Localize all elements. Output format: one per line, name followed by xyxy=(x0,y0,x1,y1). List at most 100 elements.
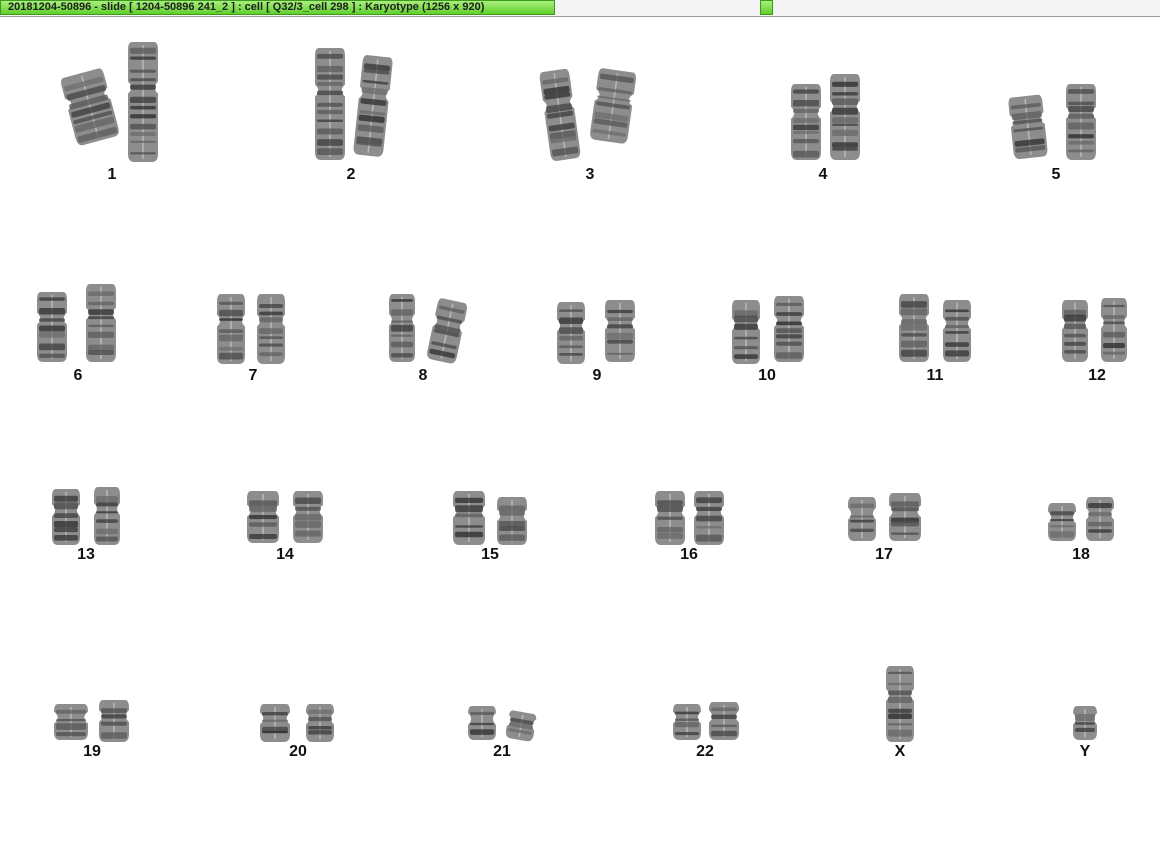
chromosome-band xyxy=(1064,341,1086,346)
chromosome-band xyxy=(559,317,583,325)
chromosome-pair-1[interactable]: 1 xyxy=(57,36,167,186)
chromatid xyxy=(1048,503,1076,541)
chromosome-band xyxy=(793,89,819,94)
chromosome-pair-18[interactable]: 18 xyxy=(1026,417,1136,567)
chromosome-band xyxy=(130,84,156,90)
chromosome-band xyxy=(675,722,699,728)
chromosome-band xyxy=(130,132,156,137)
chromosome-label: 7 xyxy=(248,367,258,384)
chromosome-band xyxy=(1068,105,1094,112)
chromosome-pair-2[interactable]: 2 xyxy=(296,36,406,186)
chromosome-band xyxy=(130,105,156,110)
chromosome-band xyxy=(1088,529,1112,533)
chromosome-band xyxy=(888,696,912,704)
chromosome-pair-16[interactable]: 16 xyxy=(634,417,744,567)
chromosome-band xyxy=(54,521,78,528)
chromosome-band xyxy=(249,514,277,520)
chromosome-image xyxy=(260,704,334,742)
chromatid xyxy=(889,493,921,541)
chromatid xyxy=(655,491,685,545)
chromosome-band xyxy=(1103,304,1125,308)
chromosome-pair-10[interactable]: 10 xyxy=(712,238,822,388)
chromosome-band xyxy=(888,729,912,737)
chromosome-band xyxy=(734,346,758,350)
chromatid xyxy=(590,68,636,144)
chromosome-pair-11[interactable]: 11 xyxy=(880,238,990,388)
chromatid xyxy=(557,302,585,364)
chromosome-label: 13 xyxy=(77,546,95,563)
chromatid xyxy=(848,497,876,541)
chromosome-band xyxy=(607,352,633,355)
chromosome-pair-8[interactable]: 8 xyxy=(368,238,478,388)
chromosome-band xyxy=(259,328,283,335)
chromosome-band xyxy=(1050,511,1074,516)
chromosome-band xyxy=(262,712,288,716)
chromosome-label: 19 xyxy=(83,743,101,760)
chromosome-band xyxy=(219,301,243,305)
chromosome-band xyxy=(56,709,86,714)
chromosome-pair-5[interactable]: 5 xyxy=(1001,36,1111,186)
chromosome-band xyxy=(559,309,583,312)
chromosome-pair-15[interactable]: 15 xyxy=(435,417,545,567)
chromosome-band xyxy=(455,531,483,538)
chromosome-image xyxy=(539,68,636,161)
chromosome-pair-21[interactable]: 21 xyxy=(447,614,557,764)
chromosome-band xyxy=(317,139,343,146)
chromosome-label: 14 xyxy=(276,546,294,563)
chromosome-band xyxy=(54,535,78,541)
chromatid xyxy=(61,68,119,146)
chromosome-label: 21 xyxy=(493,743,511,760)
chromosome-label: 18 xyxy=(1072,546,1090,563)
chromatid xyxy=(306,704,334,742)
chromosome-band xyxy=(1068,122,1094,130)
chromosome-label: 17 xyxy=(875,546,893,563)
chromosome-band xyxy=(793,150,819,158)
chromosome-pair-x[interactable]: X xyxy=(845,614,955,764)
chromosome-band xyxy=(317,81,343,86)
chromosome-band xyxy=(1075,727,1095,733)
chromosome-image xyxy=(453,491,527,545)
chromosome-band xyxy=(1088,512,1112,517)
chromosome-pair-4[interactable]: 4 xyxy=(768,36,878,186)
chromosome-label: 16 xyxy=(680,546,698,563)
chromosome-band xyxy=(54,495,78,502)
chromosome-band xyxy=(1103,321,1125,325)
chromosome-band xyxy=(734,323,758,330)
chromosome-band xyxy=(39,308,65,315)
chromosome-pair-12[interactable]: 12 xyxy=(1042,238,1152,388)
chromosome-band xyxy=(891,507,919,512)
chromosome-label: 15 xyxy=(481,546,499,563)
chromosome-band xyxy=(130,56,156,60)
chromosome-band xyxy=(391,334,413,337)
chromosome-band xyxy=(1103,351,1125,355)
chromosome-pair-20[interactable]: 20 xyxy=(243,614,353,764)
chromosome-band xyxy=(888,713,912,720)
chromosome-pair-19[interactable]: 19 xyxy=(37,614,147,764)
chromosome-label: 1 xyxy=(107,166,117,183)
chromosome-label: 3 xyxy=(585,166,595,183)
chromosome-pair-13[interactable]: 13 xyxy=(31,417,141,567)
chromosome-band xyxy=(1050,525,1074,528)
chromosome-pair-7[interactable]: 7 xyxy=(198,238,308,388)
chromosome-pair-y[interactable]: Y xyxy=(1030,614,1140,764)
chromosome-band xyxy=(56,731,86,737)
chromosome-band xyxy=(101,732,127,739)
chromosome-pair-14[interactable]: 14 xyxy=(230,417,340,567)
chromosome-band xyxy=(259,304,283,309)
chromosome-band xyxy=(945,325,969,329)
chromosome-image xyxy=(54,700,129,742)
chromosome-band xyxy=(1064,323,1086,329)
chromosome-band xyxy=(734,336,758,340)
chromosome-band xyxy=(470,711,494,715)
chromosome-band xyxy=(675,731,699,736)
chromosome-band xyxy=(945,316,969,321)
chromosome-pair-3[interactable]: 3 xyxy=(535,36,645,186)
chromosome-pair-17[interactable]: 17 xyxy=(829,417,939,567)
chromosome-band xyxy=(850,519,874,523)
chromosome-band xyxy=(793,118,819,123)
chromosome-pair-22[interactable]: 22 xyxy=(650,614,760,764)
chromosome-pair-6[interactable]: 6 xyxy=(23,238,133,388)
chromosome-band xyxy=(1103,331,1125,338)
chromosome-pair-9[interactable]: 9 xyxy=(542,238,652,388)
chromosome-band xyxy=(1075,713,1095,721)
